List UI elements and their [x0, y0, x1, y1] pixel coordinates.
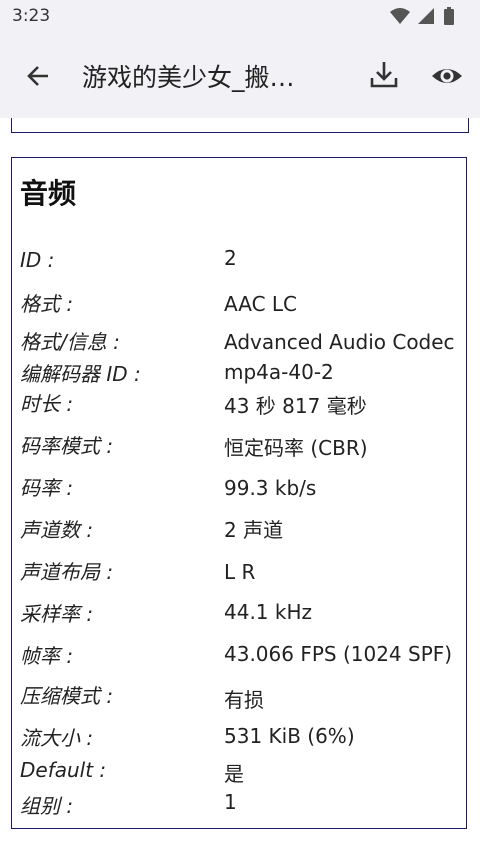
row-value: mp4a-40-2	[224, 360, 334, 384]
row-value: 是	[224, 762, 244, 786]
row-label: 时长 :	[20, 392, 74, 416]
row-value: 有损	[224, 688, 264, 712]
row-value: Advanced Audio Codec	[224, 330, 455, 354]
back-button[interactable]	[22, 60, 54, 92]
previous-section-box	[11, 118, 469, 133]
status-icons	[388, 6, 468, 28]
wifi-icon	[390, 8, 410, 24]
row-label: 帧率 :	[20, 644, 74, 668]
app-bar-title: 游戏的美少女_搬…	[82, 63, 295, 92]
row-value: 2 声道	[224, 518, 284, 542]
row-label: 编解码器 ID :	[20, 362, 141, 386]
row-value: 44.1 kHz	[224, 600, 313, 624]
back-arrow-icon	[27, 66, 48, 86]
app-bar: 游戏的美少女_搬…	[0, 34, 480, 118]
row-label: Default :	[20, 758, 107, 782]
download-button[interactable]	[368, 58, 400, 92]
row-label: 码率 :	[20, 476, 74, 500]
row-value: 99.3 kb/s	[224, 476, 317, 500]
row-label: 格式/信息 :	[20, 330, 120, 354]
row-label: 声道数 :	[20, 518, 94, 542]
row-value: L R	[224, 560, 256, 584]
row-label: 采样率 :	[20, 602, 94, 626]
content-area[interactable]: 音频 ID : 2 格式 : AAC LC 格式/信息 : Advanced A…	[0, 118, 480, 854]
row-value: AAC LC	[224, 292, 297, 316]
row-value: 2	[224, 246, 237, 270]
status-bar: 3:23	[0, 0, 480, 34]
row-label: 压缩模式 :	[20, 684, 114, 708]
row-label: 格式 :	[20, 292, 74, 316]
row-label: ID :	[20, 248, 55, 272]
row-value: 43 秒 817 毫秒	[224, 394, 367, 418]
row-value: 43.066 FPS (1024 SPF)	[224, 642, 453, 666]
row-value: 1	[224, 790, 237, 814]
row-label: 流大小 :	[20, 726, 94, 750]
battery-icon	[444, 7, 454, 25]
eye-icon	[432, 69, 462, 83]
row-label: 组别 :	[20, 794, 74, 818]
row-label: 声道布局 :	[20, 560, 114, 584]
cell-signal-icon	[418, 8, 434, 24]
view-button[interactable]	[430, 60, 464, 92]
row-value: 531 KiB (6%)	[224, 724, 355, 748]
audio-section: 音频 ID : 2 格式 : AAC LC 格式/信息 : Advanced A…	[11, 157, 467, 829]
download-icon	[370, 62, 398, 88]
section-heading: 音频	[20, 177, 77, 210]
status-time: 3:23	[12, 6, 51, 26]
row-label: 码率模式 :	[20, 434, 114, 458]
row-value: 恒定码率 (CBR)	[224, 436, 368, 460]
